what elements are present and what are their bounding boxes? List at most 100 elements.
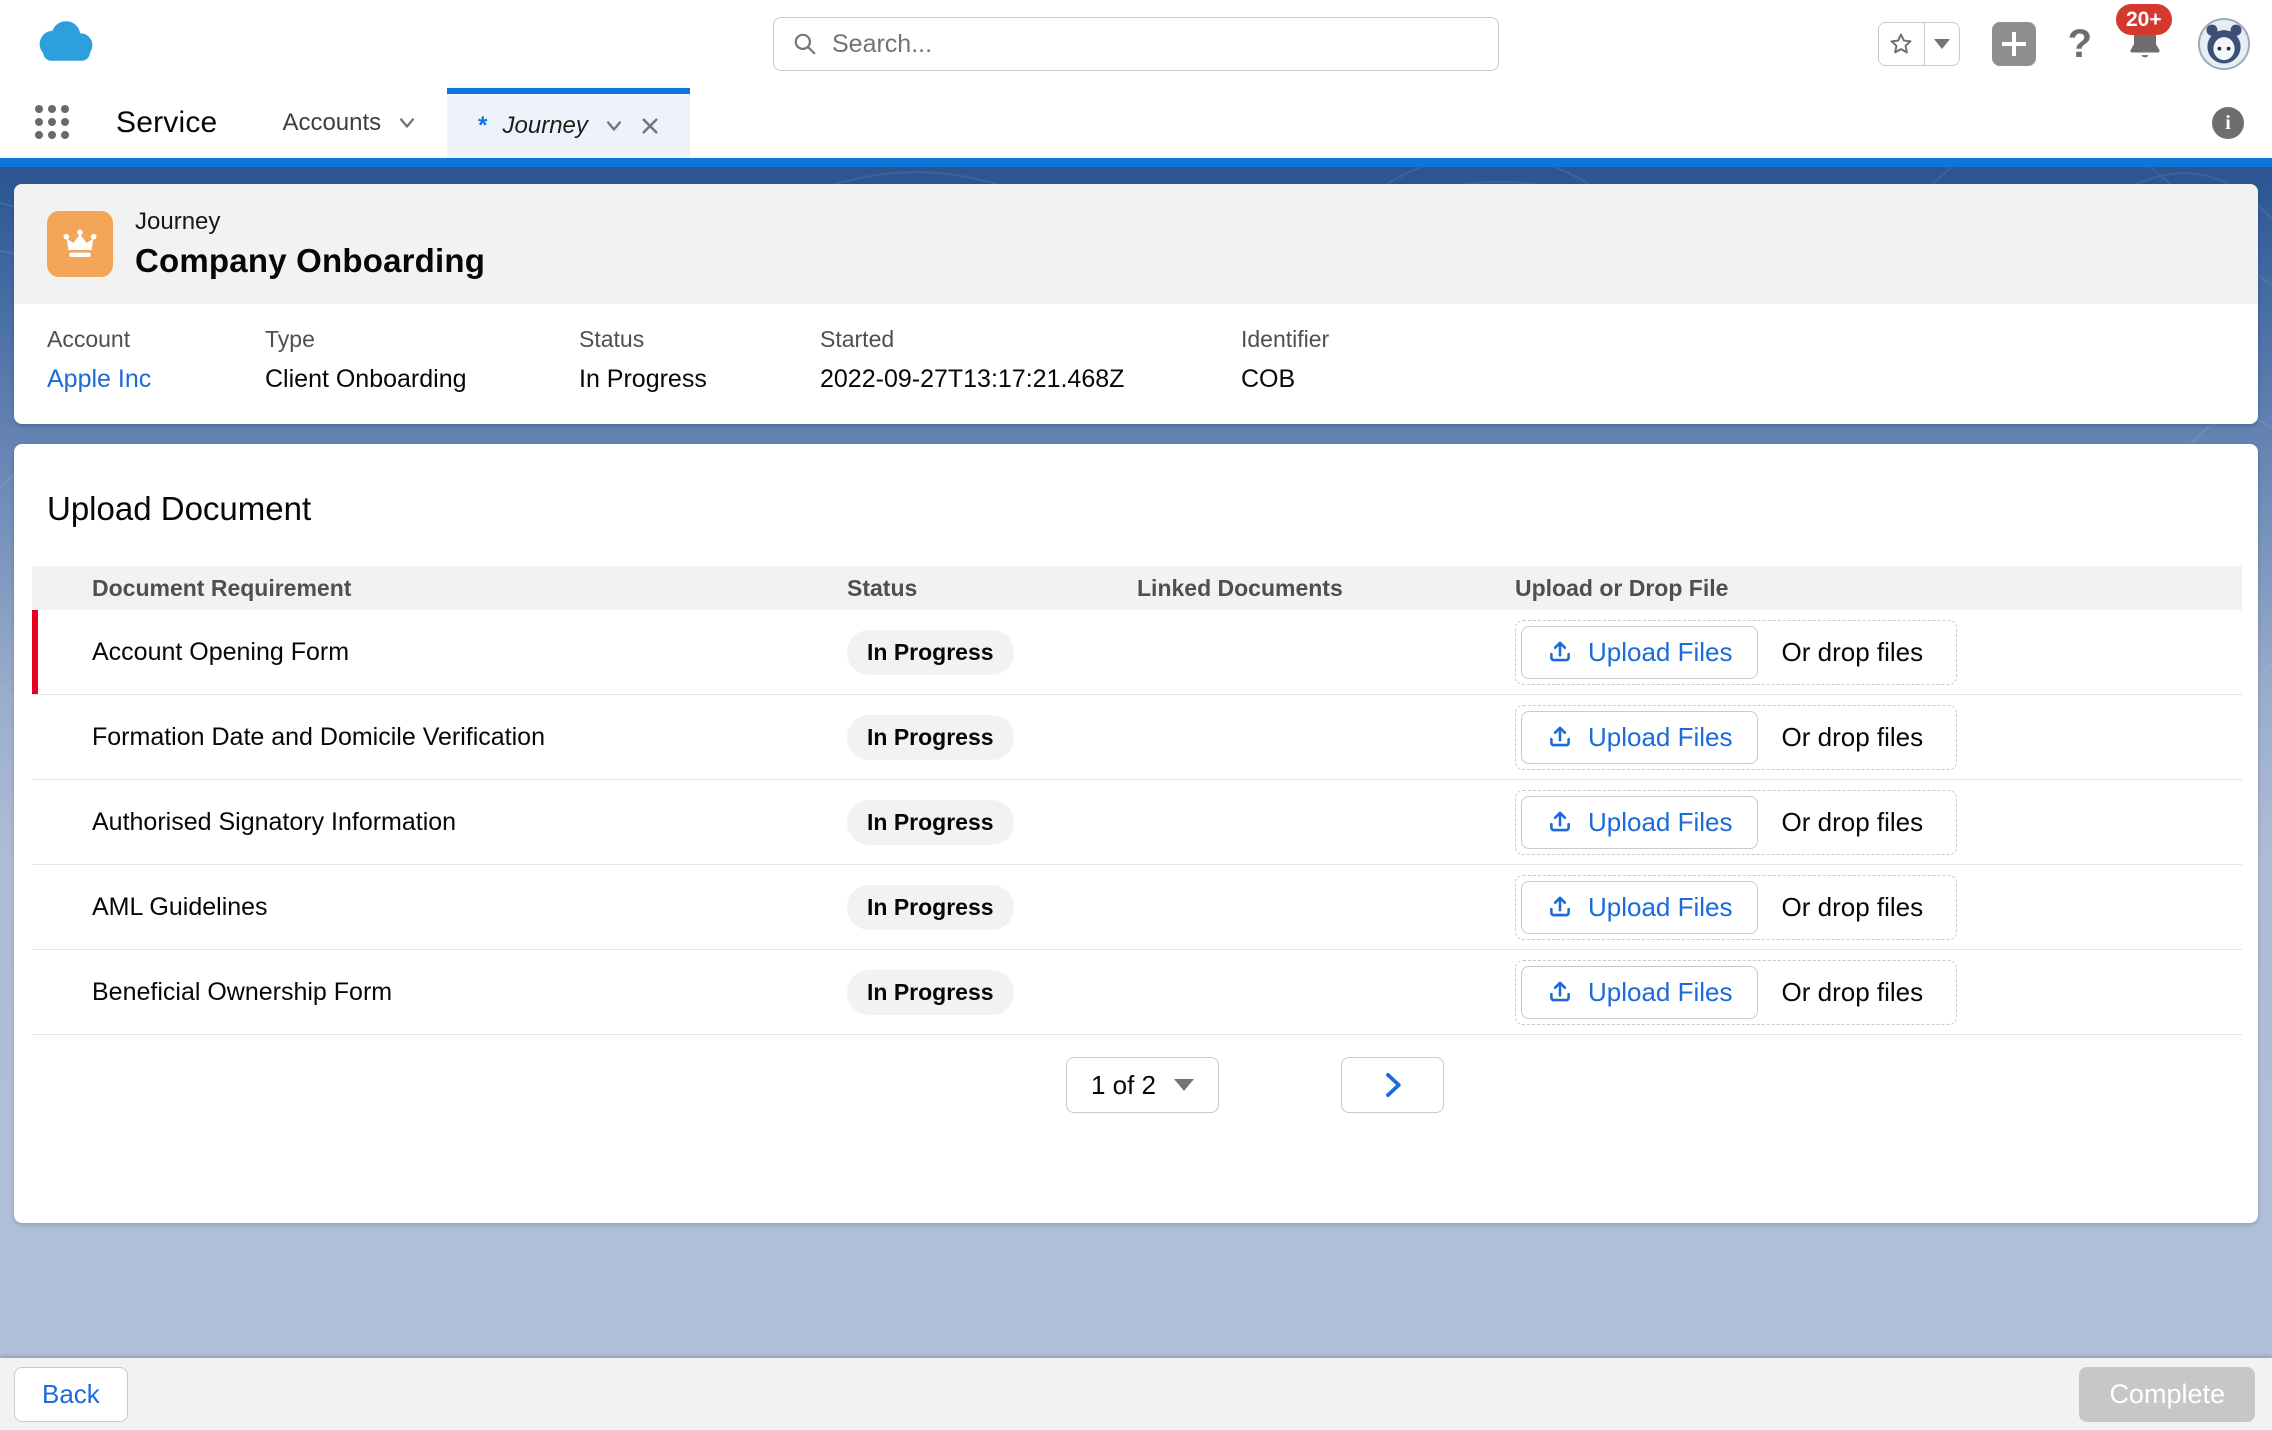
status-badge: In Progress bbox=[847, 970, 1014, 1015]
table-row: Authorised Signatory Information In Prog… bbox=[32, 780, 2242, 865]
tab-accounts[interactable]: Accounts bbox=[252, 88, 447, 158]
action-footer: Back Complete bbox=[0, 1358, 2272, 1430]
upload-files-button[interactable]: Upload Files bbox=[1521, 711, 1758, 764]
drop-files-label: Or drop files bbox=[1758, 892, 1952, 923]
field-value: COB bbox=[1241, 365, 1329, 394]
help-button[interactable]: ? bbox=[2068, 24, 2092, 64]
info-icon[interactable]: i bbox=[2212, 107, 2244, 139]
field-status: Status In Progress bbox=[579, 326, 820, 394]
upload-icon bbox=[1546, 978, 1574, 1006]
requirement-cell: Formation Date and Domicile Verification bbox=[32, 723, 815, 752]
favorites-group bbox=[1878, 22, 1960, 66]
page-selector-label: 1 of 2 bbox=[1091, 1070, 1156, 1101]
upload-icon bbox=[1546, 893, 1574, 921]
upload-files-button[interactable]: Upload Files bbox=[1521, 881, 1758, 934]
table-row: Formation Date and Domicile Verification… bbox=[32, 695, 2242, 780]
upload-files-button[interactable]: Upload Files bbox=[1521, 796, 1758, 849]
file-drop-zone[interactable]: Upload Files Or drop files bbox=[1515, 790, 1957, 855]
file-drop-zone[interactable]: Upload Files Or drop files bbox=[1515, 960, 1957, 1025]
table-header-row: Document Requirement Status Linked Docum… bbox=[32, 566, 2242, 610]
status-badge: In Progress bbox=[847, 630, 1014, 675]
search-icon bbox=[792, 31, 818, 57]
section-title: Upload Document bbox=[14, 444, 2258, 528]
workspace: Journey Company Onboarding Account Apple… bbox=[0, 158, 2272, 1358]
entity-label: Journey bbox=[135, 208, 485, 236]
app-name: Service bbox=[116, 106, 217, 140]
record-detail-fields: Account Apple Inc Type Client Onboarding… bbox=[14, 304, 2258, 394]
back-button[interactable]: Back bbox=[14, 1367, 128, 1422]
field-label: Type bbox=[265, 326, 579, 353]
tab-journey-menu-button[interactable] bbox=[604, 119, 624, 133]
app-launcher-icon[interactable] bbox=[35, 105, 71, 141]
field-label: Started bbox=[820, 326, 1241, 353]
chevron-down-icon bbox=[604, 119, 624, 133]
chevron-down-icon bbox=[397, 116, 417, 130]
favorites-button[interactable] bbox=[1879, 23, 1925, 65]
column-header-upload-or-drop-file: Upload or Drop File bbox=[1483, 575, 2242, 602]
table-row: AML Guidelines In Progress Upload bbox=[32, 865, 2242, 950]
global-add-button[interactable] bbox=[1992, 22, 2036, 66]
field-identifier: Identifier COB bbox=[1241, 326, 1329, 394]
drop-files-label: Or drop files bbox=[1758, 977, 1952, 1008]
upload-icon bbox=[1546, 723, 1574, 751]
record-titles: Journey Company Onboarding bbox=[135, 208, 485, 280]
utility-bar: ? 20+ bbox=[0, 0, 2272, 88]
chevron-right-icon bbox=[1382, 1072, 1404, 1098]
notification-count-badge: 20+ bbox=[2116, 4, 2172, 35]
field-value: 2022-09-27T13:17:21.468Z bbox=[820, 365, 1241, 394]
notifications-button[interactable]: 20+ bbox=[2124, 20, 2166, 69]
file-drop-zone[interactable]: Upload Files Or drop files bbox=[1515, 875, 1957, 940]
search-input[interactable] bbox=[818, 18, 1498, 70]
field-value: Client Onboarding bbox=[265, 365, 579, 394]
astro-avatar-icon bbox=[2200, 20, 2248, 68]
record-highlights-card: Journey Company Onboarding Account Apple… bbox=[14, 184, 2258, 424]
requirement-cell: Authorised Signatory Information bbox=[32, 808, 815, 837]
field-account: Account Apple Inc bbox=[47, 326, 265, 394]
complete-button[interactable]: Complete bbox=[2079, 1367, 2255, 1422]
field-type: Type Client Onboarding bbox=[265, 326, 579, 394]
tab-journey[interactable]: * Journey bbox=[447, 88, 690, 158]
drop-files-label: Or drop files bbox=[1758, 637, 1952, 668]
upload-document-card: Upload Document Document Requirement Sta… bbox=[14, 444, 2258, 1223]
upload-files-label: Upload Files bbox=[1588, 722, 1733, 753]
file-drop-zone[interactable]: Upload Files Or drop files bbox=[1515, 705, 1957, 770]
tab-journey-label: Journey bbox=[503, 112, 588, 140]
upload-files-label: Upload Files bbox=[1588, 977, 1733, 1008]
record-header: Journey Company Onboarding bbox=[14, 184, 2258, 304]
user-avatar[interactable] bbox=[2198, 18, 2250, 70]
file-drop-zone[interactable]: Upload Files Or drop files bbox=[1515, 620, 1957, 685]
tab-accounts-label: Accounts bbox=[282, 109, 381, 137]
requirement-cell: Account Opening Form bbox=[32, 638, 815, 667]
upload-files-button[interactable]: Upload Files bbox=[1521, 966, 1758, 1019]
page-title: Company Onboarding bbox=[135, 242, 485, 280]
field-label: Status bbox=[579, 326, 820, 353]
document-table: Document Requirement Status Linked Docum… bbox=[32, 566, 2242, 1035]
salesforce-logo-icon bbox=[30, 18, 102, 70]
tab-journey-close-button[interactable] bbox=[640, 116, 660, 136]
requirement-cell: AML Guidelines bbox=[32, 893, 815, 922]
status-badge: In Progress bbox=[847, 885, 1014, 930]
global-search bbox=[773, 17, 1499, 71]
page-selector[interactable]: 1 of 2 bbox=[1066, 1057, 1219, 1113]
table-row: Account Opening Form In Progress U bbox=[32, 610, 2242, 695]
upload-icon bbox=[1546, 638, 1574, 666]
next-page-button[interactable] bbox=[1341, 1057, 1444, 1113]
upload-files-button[interactable]: Upload Files bbox=[1521, 626, 1758, 679]
pagination: 1 of 2 bbox=[133, 1057, 2272, 1113]
chevron-down-icon bbox=[1934, 39, 1950, 49]
status-badge: In Progress bbox=[847, 715, 1014, 760]
close-icon bbox=[640, 116, 660, 136]
upload-icon bbox=[1546, 808, 1574, 836]
favorites-dropdown-button[interactable] bbox=[1925, 23, 1959, 65]
requirement-cell: Beneficial Ownership Form bbox=[32, 978, 815, 1007]
column-header-document-requirement: Document Requirement bbox=[32, 575, 815, 602]
status-badge: In Progress bbox=[847, 800, 1014, 845]
upload-files-label: Upload Files bbox=[1588, 892, 1733, 923]
drop-files-label: Or drop files bbox=[1758, 722, 1952, 753]
workspace-tabs: Accounts * Journey bbox=[252, 88, 689, 158]
crown-icon bbox=[60, 224, 100, 264]
tab-accounts-menu-button[interactable] bbox=[397, 116, 417, 130]
field-value: In Progress bbox=[579, 365, 820, 394]
account-link[interactable]: Apple Inc bbox=[47, 365, 151, 393]
field-label: Identifier bbox=[1241, 326, 1329, 353]
